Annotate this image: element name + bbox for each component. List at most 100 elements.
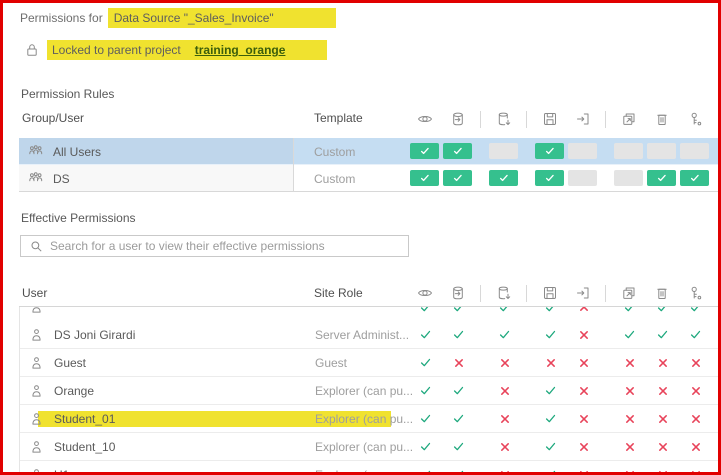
check-mark [453, 385, 464, 396]
group-name: All Users [53, 145, 101, 159]
effective-capability-marks [409, 307, 712, 321]
check-mark [420, 307, 431, 313]
capability-cells [408, 165, 711, 191]
permission-rule-row[interactable]: All UsersCustom [19, 138, 718, 165]
column-group-separator [474, 170, 487, 187]
column-group-separator [475, 326, 488, 343]
capability-unset-cell[interactable] [489, 143, 518, 159]
page-title: Permissions for Data Source "_Sales_Invo… [20, 8, 336, 28]
x-mark [579, 330, 589, 340]
capability-allowed-cell[interactable] [443, 143, 472, 159]
column-group-separator [521, 382, 534, 399]
column-group-separator [521, 466, 534, 475]
person-icon [29, 467, 45, 475]
capability-allowed-cell[interactable] [443, 170, 472, 186]
capability-allowed-cell[interactable] [410, 143, 439, 159]
user-row[interactable]: DS Joni Girardi Server Administ... [20, 321, 718, 349]
person-icon [29, 383, 45, 399]
save-as-icon [575, 285, 591, 301]
check-mark [499, 329, 510, 340]
save-icon [542, 285, 558, 301]
check-mark [453, 413, 464, 424]
capability-allowed-cell[interactable] [410, 170, 439, 186]
site-role-value: Explorer (can pu... [315, 384, 413, 398]
column-group-separator [600, 410, 613, 427]
x-mark [500, 386, 510, 396]
template-value: Custom [314, 172, 355, 186]
capability-unset-cell[interactable] [614, 143, 643, 159]
x-mark [579, 358, 589, 368]
column-group-separator [475, 438, 488, 455]
site-role-value: Server Administ... [315, 328, 409, 342]
x-mark [691, 358, 701, 368]
capability-allowed-cell[interactable] [680, 170, 709, 186]
column-group-separator [521, 307, 534, 316]
search-input[interactable] [50, 239, 408, 253]
column-group-separator [599, 143, 612, 160]
capability-unset-cell[interactable] [614, 170, 643, 186]
parent-project-link[interactable]: training_orange [195, 43, 286, 57]
save-as-icon [575, 111, 591, 127]
set-permissions-icon [687, 111, 703, 127]
site-role-value: Explorer (can pu... [315, 412, 413, 426]
user-row[interactable]: GuestGuest [20, 349, 718, 377]
column-header-user: User [22, 286, 47, 300]
locked-label: Locked to parent project [52, 43, 181, 57]
check-mark [453, 441, 464, 452]
user-name: Student_01 [54, 412, 115, 426]
move-icon [621, 285, 637, 301]
user-name: Guest [54, 356, 86, 370]
check-mark [545, 329, 556, 340]
column-group-separator [521, 354, 534, 371]
person-icon [29, 355, 45, 371]
effective-capability-marks [409, 321, 712, 348]
check-mark [499, 307, 510, 313]
user-row[interactable]: Student_01 Explorer (can pu... [20, 405, 718, 433]
search-box [20, 235, 409, 257]
effective-capability-marks [409, 461, 712, 475]
x-mark [625, 414, 635, 424]
column-divider [293, 138, 294, 165]
column-group-separator [474, 285, 487, 302]
title-prefix: Permissions for [20, 11, 103, 25]
user-name: Orange [54, 384, 94, 398]
delete-icon [654, 111, 670, 127]
capability-unset-cell[interactable] [680, 143, 709, 159]
capability-allowed-cell[interactable] [647, 170, 676, 186]
permission-rules-table: All UsersCustomDSCustom [19, 138, 718, 192]
user-row[interactable]: Student_10Explorer (can pu... [20, 433, 718, 461]
column-group-separator [520, 285, 533, 302]
capability-allowed-cell[interactable] [535, 143, 564, 159]
x-mark [691, 386, 701, 396]
column-group-separator [600, 354, 613, 371]
effective-capability-marks [409, 349, 712, 376]
x-mark [691, 470, 701, 475]
group-icon [28, 143, 44, 159]
capability-unset-cell[interactable] [568, 143, 597, 159]
capability-unset-cell[interactable] [647, 143, 676, 159]
x-mark [658, 358, 668, 368]
x-mark [625, 442, 635, 452]
x-mark [500, 358, 510, 368]
x-mark [658, 470, 668, 475]
check-mark [624, 307, 635, 313]
column-group-separator [599, 170, 612, 187]
check-mark [624, 329, 635, 340]
user-row[interactable] [20, 307, 718, 321]
capability-allowed-cell[interactable] [489, 170, 518, 186]
column-group-separator [600, 466, 613, 475]
capability-allowed-cell[interactable] [535, 170, 564, 186]
permission-rule-row[interactable]: DSCustom [19, 165, 718, 192]
column-group-separator [521, 410, 534, 427]
user-row[interactable]: Orange Explorer (can pu... [20, 377, 718, 405]
x-mark [658, 386, 668, 396]
check-mark [545, 469, 556, 475]
x-mark [658, 414, 668, 424]
capability-unset-cell[interactable] [568, 170, 597, 186]
user-row[interactable]: U1Explorer (can pu... [20, 461, 718, 475]
view-icon [417, 111, 433, 127]
user-name: DS Joni Girardi [54, 328, 135, 342]
x-mark [691, 442, 701, 452]
x-mark [625, 470, 635, 475]
column-group-separator [600, 382, 613, 399]
